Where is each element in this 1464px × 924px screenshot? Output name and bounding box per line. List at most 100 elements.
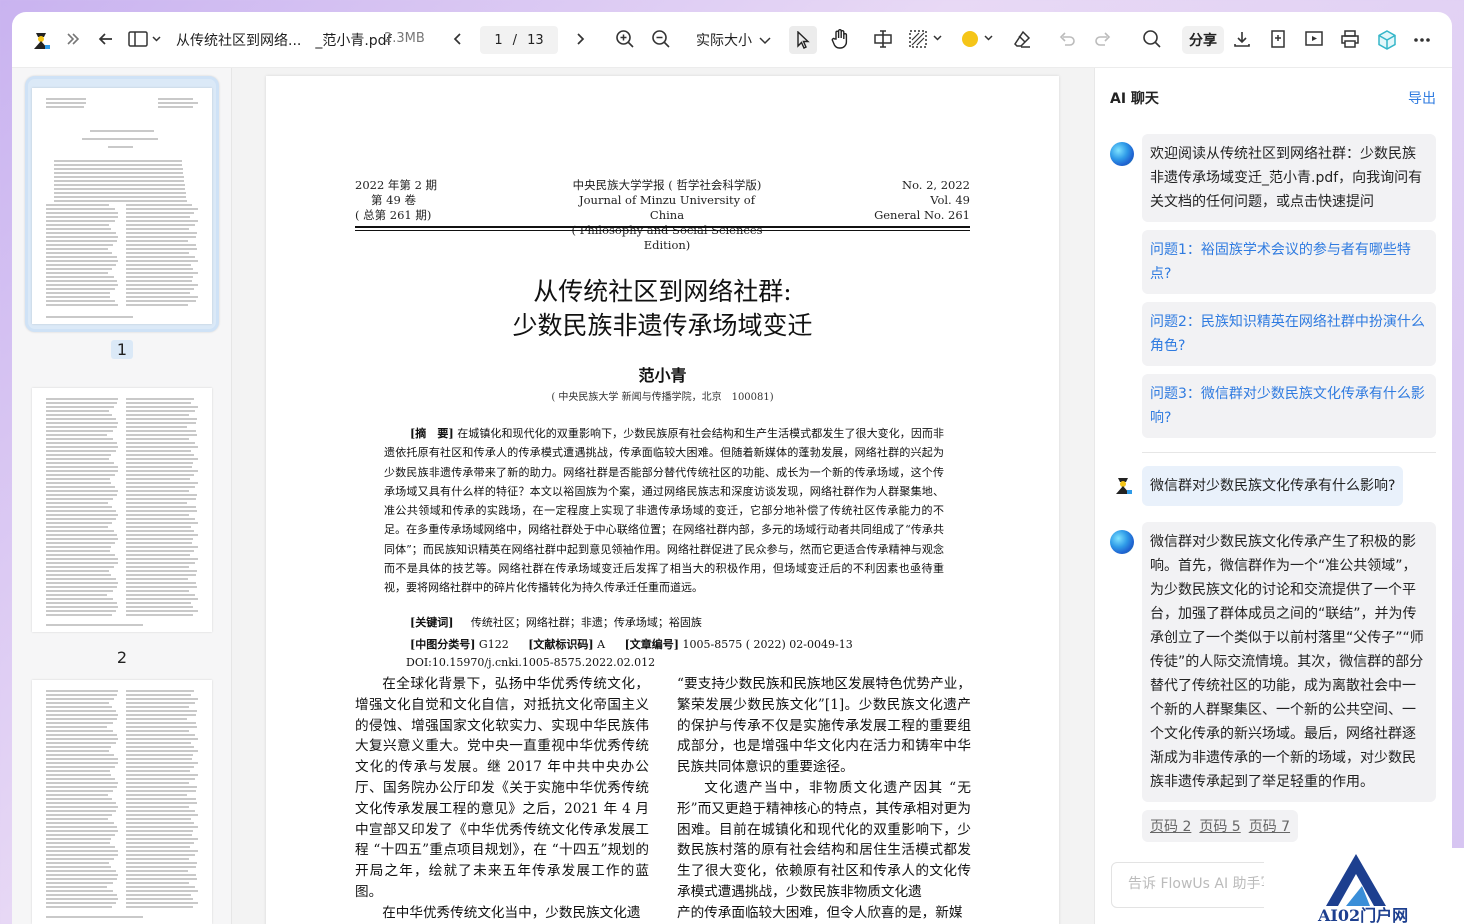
print-icon[interactable] xyxy=(1340,29,1360,49)
prev-page-icon[interactable] xyxy=(450,31,466,47)
text-select-icon[interactable] xyxy=(873,29,893,49)
thumbnail-text-line xyxy=(126,490,189,492)
zoom-select[interactable]: 实际大小 xyxy=(696,30,771,50)
thumbnail-text-line xyxy=(46,798,113,800)
search-icon[interactable] xyxy=(1142,29,1162,49)
more-options-icon[interactable] xyxy=(1412,30,1432,50)
zoom-out-icon[interactable] xyxy=(651,29,671,49)
thumbnail-text-line xyxy=(46,454,112,456)
ai-cube-icon[interactable] xyxy=(1376,29,1398,51)
undo-icon[interactable] xyxy=(1057,29,1077,49)
thumbnail-text-line xyxy=(46,574,112,576)
thumbnail-text-line xyxy=(126,566,189,568)
thumbnail-text-line xyxy=(126,742,191,744)
thumbnail-text-line xyxy=(126,710,198,712)
body-paragraph: “要支持少数民族和民族地区发展特色优势产业，繁荣发展少数民族文化”[1]。少数民… xyxy=(677,676,971,776)
highlight-color-picker[interactable] xyxy=(961,29,997,49)
thumbnail-text-line xyxy=(54,180,185,182)
abstract-text: 在城镇化和现代化的双重影响下，少数民族原有社会结构和生产生活模式都发生了很大变化… xyxy=(384,427,944,595)
hand-tool-icon[interactable] xyxy=(829,28,851,50)
page-ref-link[interactable]: 页码 2 xyxy=(1150,816,1191,836)
thumbnail-text-line xyxy=(126,858,189,860)
thumbnail-text-line xyxy=(46,300,115,302)
quick-question-3[interactable]: 问题3：微信群对少数民族文化传承有什么影响? xyxy=(1142,374,1436,438)
thumbnail-text-line xyxy=(126,702,196,704)
page-ref-link[interactable]: 页码 5 xyxy=(1199,816,1240,836)
thumbnail-text-line xyxy=(46,578,116,580)
app-window: 从传统社区到网络... _范小青.pdf 2.3MB 1 / 13 实际大小 分… xyxy=(12,12,1452,924)
page-thumbnail-2[interactable] xyxy=(32,388,212,632)
thumbnail-text-line xyxy=(46,102,86,104)
back-arrow-icon[interactable] xyxy=(97,30,115,48)
thumbnail-text-line xyxy=(46,526,109,528)
thumbnail-text-line xyxy=(46,430,113,432)
thumbnail-text-line xyxy=(46,204,110,206)
watermark-logo: AI02门户网 xyxy=(1264,848,1464,924)
eraser-icon[interactable] xyxy=(1012,29,1032,49)
double-chevron-right-icon[interactable] xyxy=(64,30,82,48)
article-number-value: 1005-8575 ( 2022) 02-0049-13 xyxy=(682,638,853,651)
thumbnail-text-line xyxy=(46,850,118,852)
chat-input[interactable] xyxy=(1128,863,1268,905)
thumbnail-text-line xyxy=(126,260,198,262)
select-tool-button[interactable] xyxy=(789,26,817,54)
thumbnail-text-line xyxy=(46,802,117,804)
next-page-icon[interactable] xyxy=(572,31,588,47)
area-select-icon[interactable] xyxy=(908,29,948,49)
redo-icon[interactable] xyxy=(1093,29,1113,49)
thumbnail-text-line xyxy=(126,526,192,528)
chat-divider xyxy=(1142,452,1436,453)
thumbnail-text-line xyxy=(126,878,198,880)
thumbnail-text-line xyxy=(46,734,117,736)
thumbnail-text-line xyxy=(126,406,198,408)
thumbnail-text-line xyxy=(126,726,198,728)
thumbnail-text-line xyxy=(46,786,118,788)
body-right-column: “要支持少数民族和民族地区发展特色优势产业，繁荣发展少数民族文化”[1]。少数民… xyxy=(677,674,971,924)
page-number-box[interactable]: 1 / 13 xyxy=(480,26,558,54)
thumbnail-text-line xyxy=(46,774,111,776)
thumbnail-text-line xyxy=(126,550,195,552)
thumbnail-text-line xyxy=(126,790,197,792)
quick-question-2[interactable]: 问题2：民族知识精英在网络社群中扮演什么角色? xyxy=(1142,302,1436,366)
thumbnail-text-line xyxy=(46,410,109,412)
thumbnail-text-line xyxy=(46,268,112,270)
page-ref-link[interactable]: 页码 7 xyxy=(1249,816,1290,836)
thumbnail-text-line xyxy=(46,698,114,700)
thumbnail-text-line xyxy=(46,570,109,572)
page-thumbnail-3[interactable] xyxy=(32,680,212,924)
thumbnail-text-line xyxy=(126,292,191,294)
zoom-in-icon[interactable] xyxy=(615,29,635,49)
thumbnail-text-line xyxy=(158,102,198,104)
app-logo-icon[interactable] xyxy=(30,29,52,51)
article-affiliation: ( 中央民族大学 新闻与传播学院，北京 100081) xyxy=(551,392,774,403)
thumbnail-text-line xyxy=(126,216,191,218)
thumbnail-text-line xyxy=(126,886,195,888)
thumbnail-text-line xyxy=(46,882,113,884)
thumbnail-text-line xyxy=(54,196,187,198)
ai-avatar-icon xyxy=(1110,142,1134,166)
current-page[interactable]: 1 xyxy=(494,33,502,48)
quick-question-1[interactable]: 问题1：裕固族学术会议的参与者有哪些特点? xyxy=(1142,230,1436,294)
abstract-label: [摘 要] xyxy=(410,427,454,440)
thumbnail-text-line xyxy=(46,212,118,214)
thumbnail-text-line xyxy=(46,288,116,290)
add-bookmark-icon[interactable] xyxy=(1268,29,1288,49)
download-icon[interactable] xyxy=(1232,29,1252,49)
page-thumbnail-1[interactable] xyxy=(32,88,212,324)
thumbnail-text-line xyxy=(126,442,196,444)
present-icon[interactable] xyxy=(1304,29,1324,49)
thumbnail-text-line xyxy=(46,754,115,756)
thumbnail-text-line xyxy=(126,276,193,278)
thumbnail-text-line xyxy=(54,188,186,190)
export-button[interactable]: 导出 xyxy=(1408,88,1436,108)
thumbnail-text-line xyxy=(126,414,189,416)
thumbnail-text-line xyxy=(46,598,113,600)
sidebar-toggle-icon[interactable] xyxy=(128,30,162,48)
thumbnail-text-line xyxy=(46,530,114,532)
thumbnail-text-line xyxy=(126,300,196,302)
thumbnail-page-number: 1 xyxy=(111,340,133,359)
share-button[interactable]: 分享 xyxy=(1182,26,1224,54)
thumbnail-text-line xyxy=(126,774,198,776)
thumbnail-text-line xyxy=(46,830,118,832)
document-viewport[interactable]: 2022 年第 2 期 第 49 卷 ( 总第 261 期) 中央民族大学学报 … xyxy=(232,68,1094,924)
